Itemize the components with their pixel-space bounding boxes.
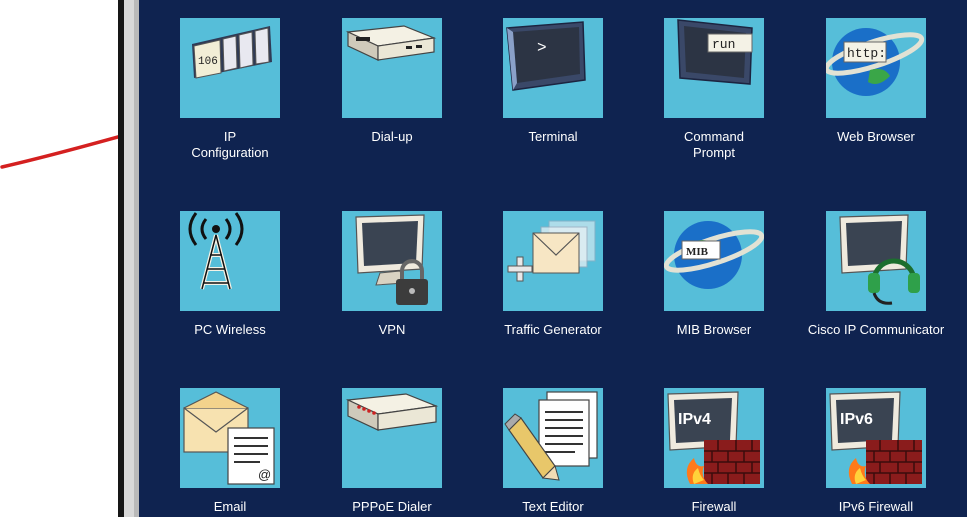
at-sign-text: @	[258, 467, 271, 482]
web-browser-globe-icon[interactable]: http:	[826, 18, 926, 118]
app-label: Text Editor	[522, 499, 584, 514]
app-label: PC Wireless	[194, 322, 266, 337]
app-label: VPN	[378, 322, 406, 337]
app-label: MIB Browser	[676, 322, 752, 337]
ipv6-text: IPv6	[840, 411, 873, 428]
firewall-ipv4-icon[interactable]: IPv4	[664, 388, 764, 488]
app-label: Traffic Generator	[504, 322, 602, 337]
pc-desktop-panel: 106 IP Configuration Dial-up > Terminal …	[139, 0, 967, 517]
app-label: Web Browser	[837, 129, 915, 144]
email-envelope-icon[interactable]: @	[180, 388, 280, 488]
mib-browser-globe-icon[interactable]: MIB	[664, 211, 764, 311]
dial-up-modem-icon[interactable]	[342, 18, 442, 118]
traffic-generator-envelopes-icon[interactable]	[503, 211, 603, 311]
headset-monitor-icon[interactable]	[826, 211, 926, 311]
app-label: Dial-up	[371, 129, 413, 144]
pppoe-device-icon[interactable]	[342, 388, 442, 488]
ipv4-text: IPv4	[678, 411, 711, 428]
app-label: IPv6 Firewall	[838, 499, 914, 514]
http-text: http:	[847, 46, 886, 61]
terminal-prompt-text: >	[537, 39, 547, 57]
ip-icon-text: 106	[198, 56, 218, 68]
app-label: IP Configuration	[191, 129, 269, 160]
text-editor-pencil-icon[interactable]	[503, 388, 603, 488]
vpn-monitor-lock-icon[interactable]	[342, 211, 442, 311]
app-label: Cisco IP Communicator	[807, 322, 945, 337]
terminal-icon[interactable]: >	[503, 18, 603, 118]
app-label: Command Prompt	[684, 129, 744, 160]
app-label: Firewall	[691, 499, 737, 514]
ip-configuration-icon[interactable]: 106	[180, 18, 280, 118]
app-label: Email	[213, 499, 247, 514]
app-label: PPPoE Dialer	[352, 499, 432, 514]
window-frame-border	[124, 0, 134, 517]
run-text: run	[712, 37, 735, 52]
firewall-ipv6-icon[interactable]: IPv6	[826, 388, 926, 488]
command-prompt-icon[interactable]: run	[664, 18, 764, 118]
app-label: Terminal	[528, 129, 578, 144]
wireless-tower-icon[interactable]	[180, 211, 280, 311]
mib-text: MIB	[686, 246, 709, 258]
